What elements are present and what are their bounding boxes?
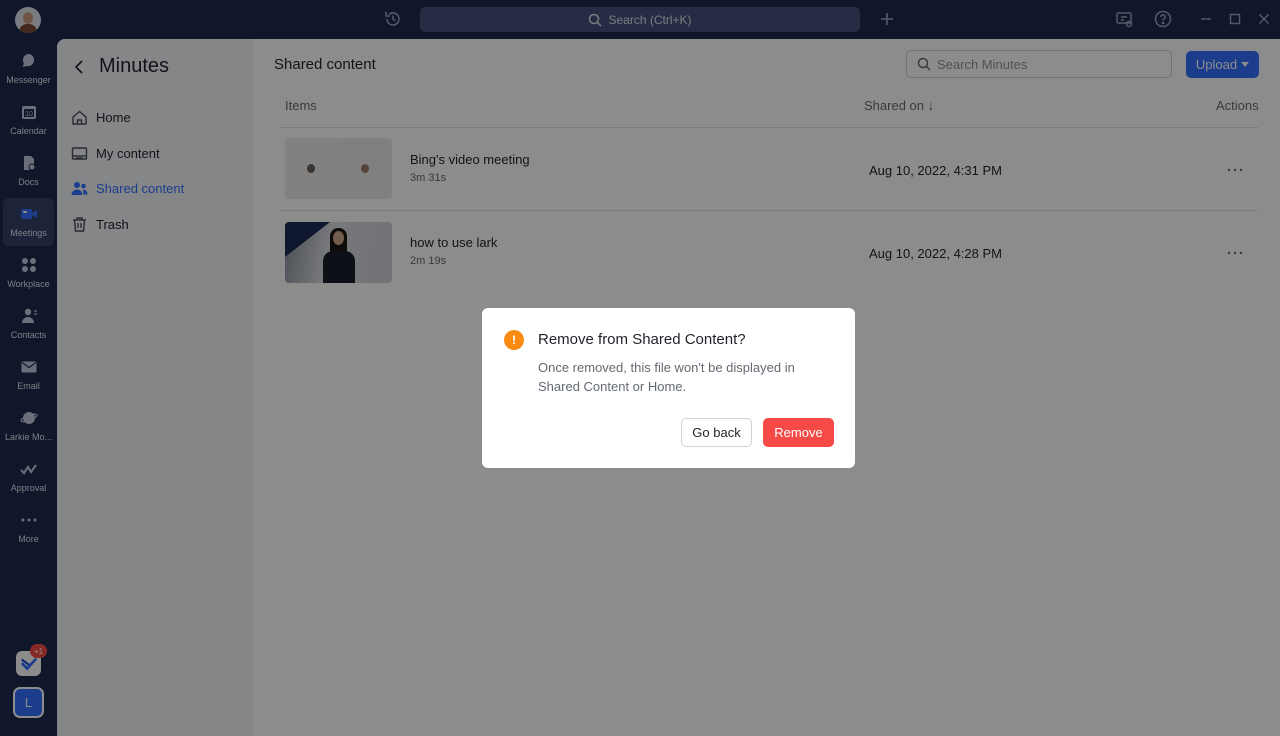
remove-button[interactable]: Remove (763, 418, 834, 447)
dialog-title: Remove from Shared Content? (538, 331, 746, 348)
dialog-message: Once removed, this file won't be display… (538, 360, 795, 394)
go-back-button[interactable]: Go back (681, 418, 752, 447)
remove-confirm-dialog: ! Remove from Shared Content? Once remov… (482, 308, 855, 468)
warning-icon: ! (504, 330, 524, 350)
